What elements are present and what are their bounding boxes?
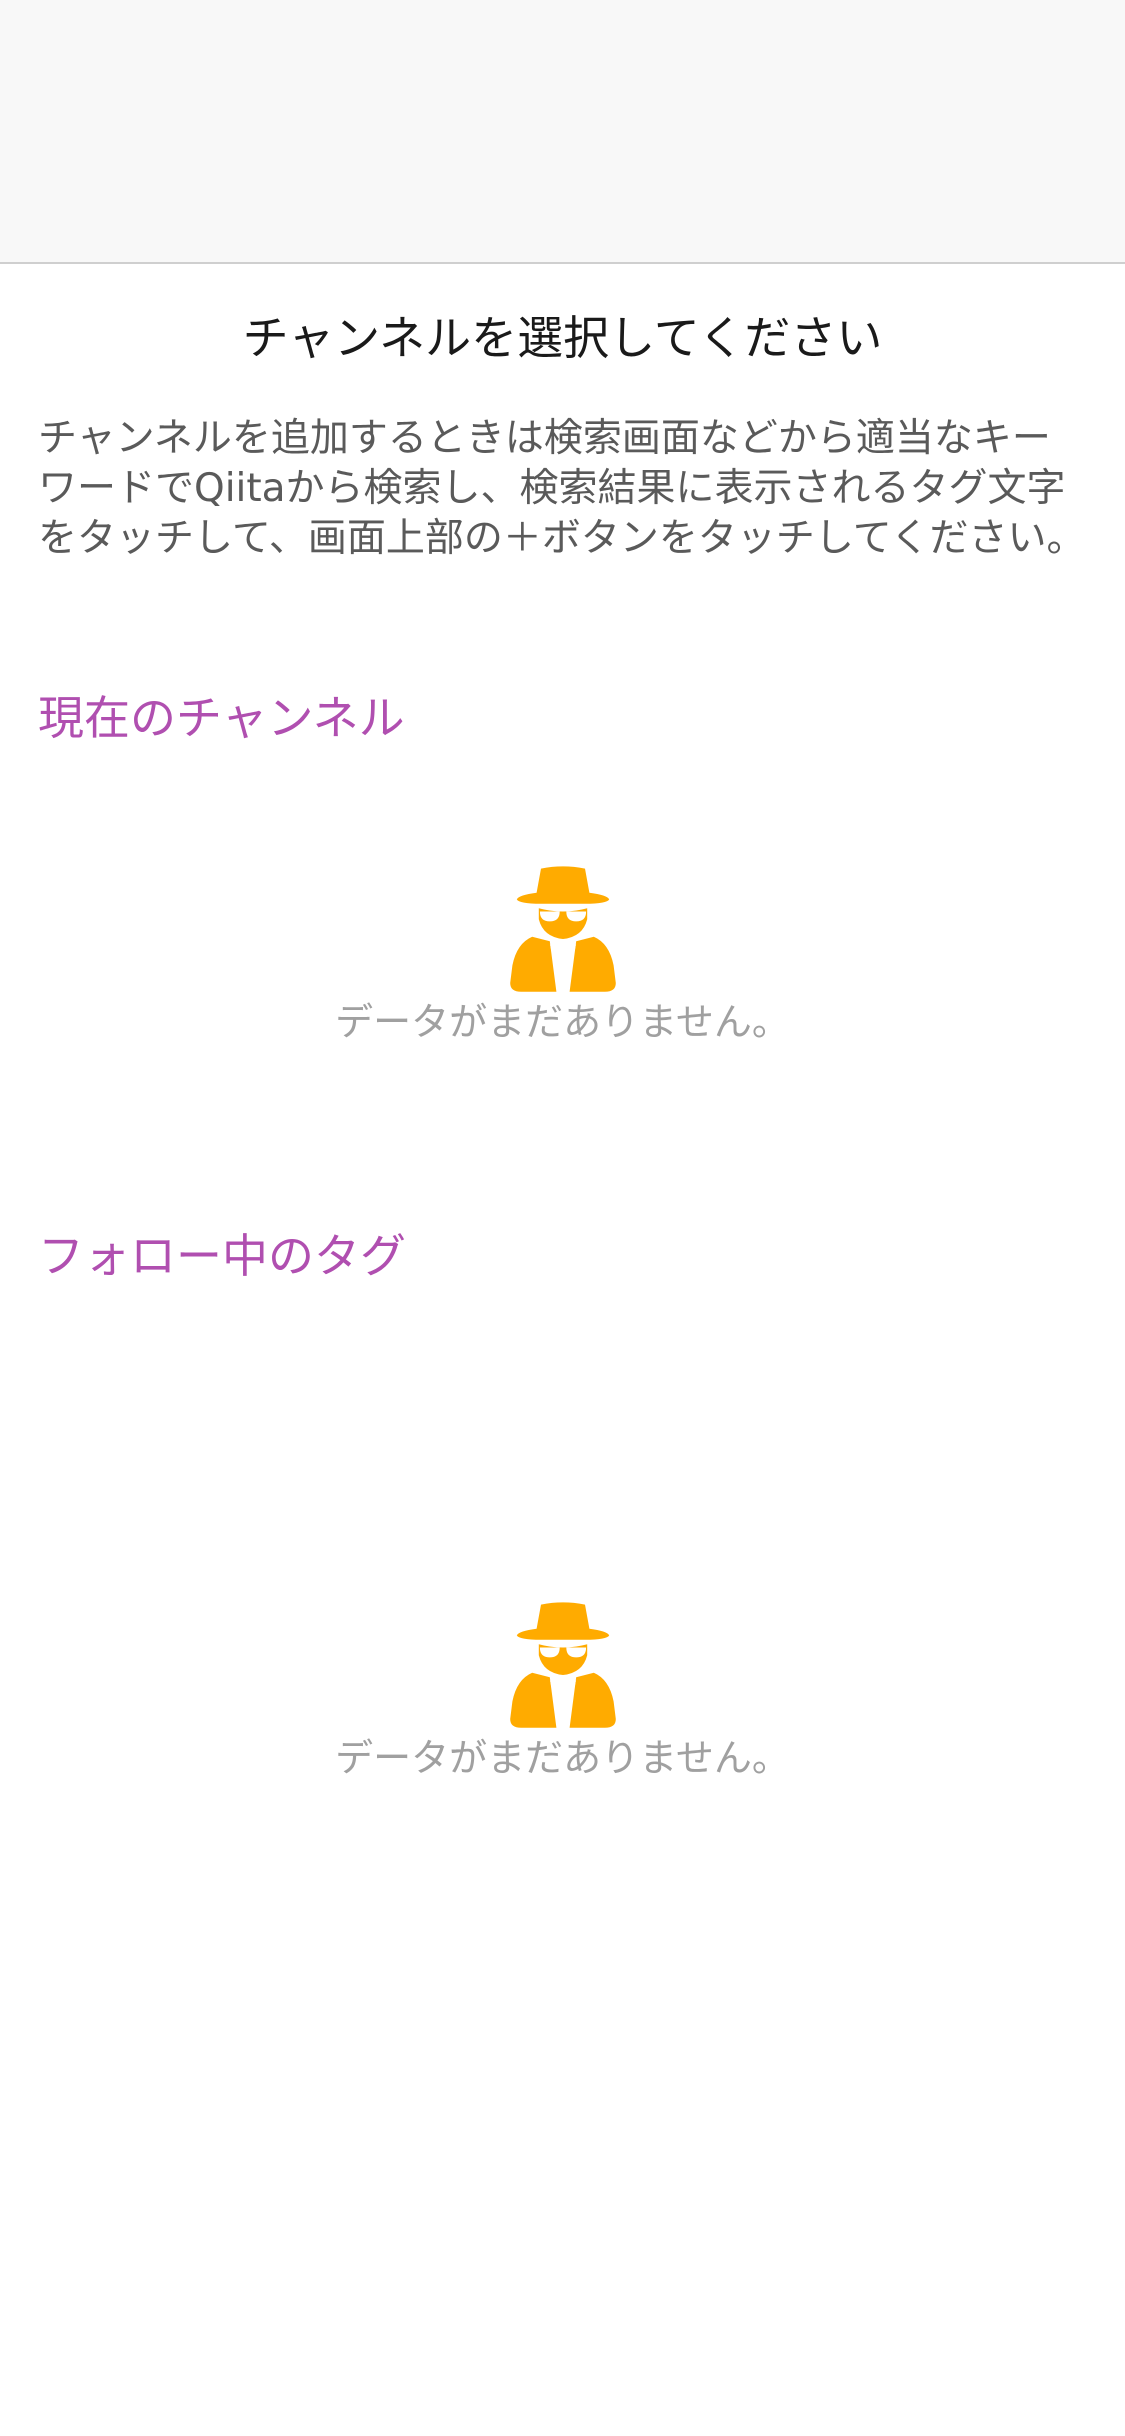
followed-tags-heading: フォロー中のタグ xyxy=(38,1229,406,1283)
spy-icon xyxy=(509,1602,616,1728)
current-channels-heading: 現在のチャンネル xyxy=(38,691,405,745)
navigation-bar xyxy=(0,0,1125,264)
followed-tags-empty-state: データがまだありません。 xyxy=(0,1600,1125,1784)
spy-icon xyxy=(509,866,616,992)
empty-message: データがまだありません。 xyxy=(335,1736,790,1780)
empty-message: データがまだありません。 xyxy=(335,1000,790,1044)
instruction-text: チャンネルを追加するときは検索画面などから適当なキーワードでQiitaから検索し… xyxy=(38,416,1086,561)
page-title: チャンネルを選択してください xyxy=(242,311,883,365)
current-channels-empty-state: データがまだありません。 xyxy=(0,864,1125,1048)
